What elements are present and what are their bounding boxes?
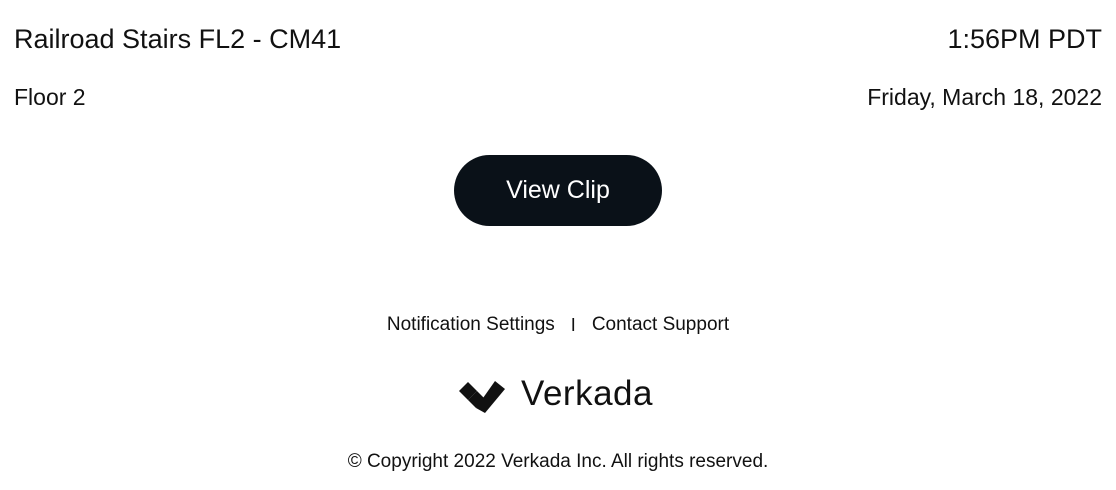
floor-label: Floor 2 [14, 84, 86, 110]
camera-name: Railroad Stairs FL2 - CM41 [14, 24, 342, 54]
brand-name: Verkada [521, 374, 653, 413]
link-separator: I [570, 314, 576, 335]
header-bottom-row: Floor 2 Friday, March 18, 2022 [14, 82, 1102, 112]
notification-settings-link[interactable]: Notification Settings [387, 314, 555, 336]
copyright-notice: © Copyright 2022 Verkada Inc. All rights… [347, 451, 769, 472]
view-clip-button[interactable]: View Clip [454, 155, 662, 226]
verkada-logo-icon [459, 381, 506, 413]
contact-support-link[interactable]: Contact Support [592, 314, 729, 336]
header-top-row: Railroad Stairs FL2 - CM41 1:56PM PDT [14, 20, 1102, 58]
brand-logo: Verkada [0, 374, 1116, 414]
event-date: Friday, March 18, 2022 [867, 84, 1102, 110]
event-time: 1:56PM PDT [947, 24, 1102, 54]
footer-links: Notification Settings I Contact Support [0, 312, 1116, 338]
